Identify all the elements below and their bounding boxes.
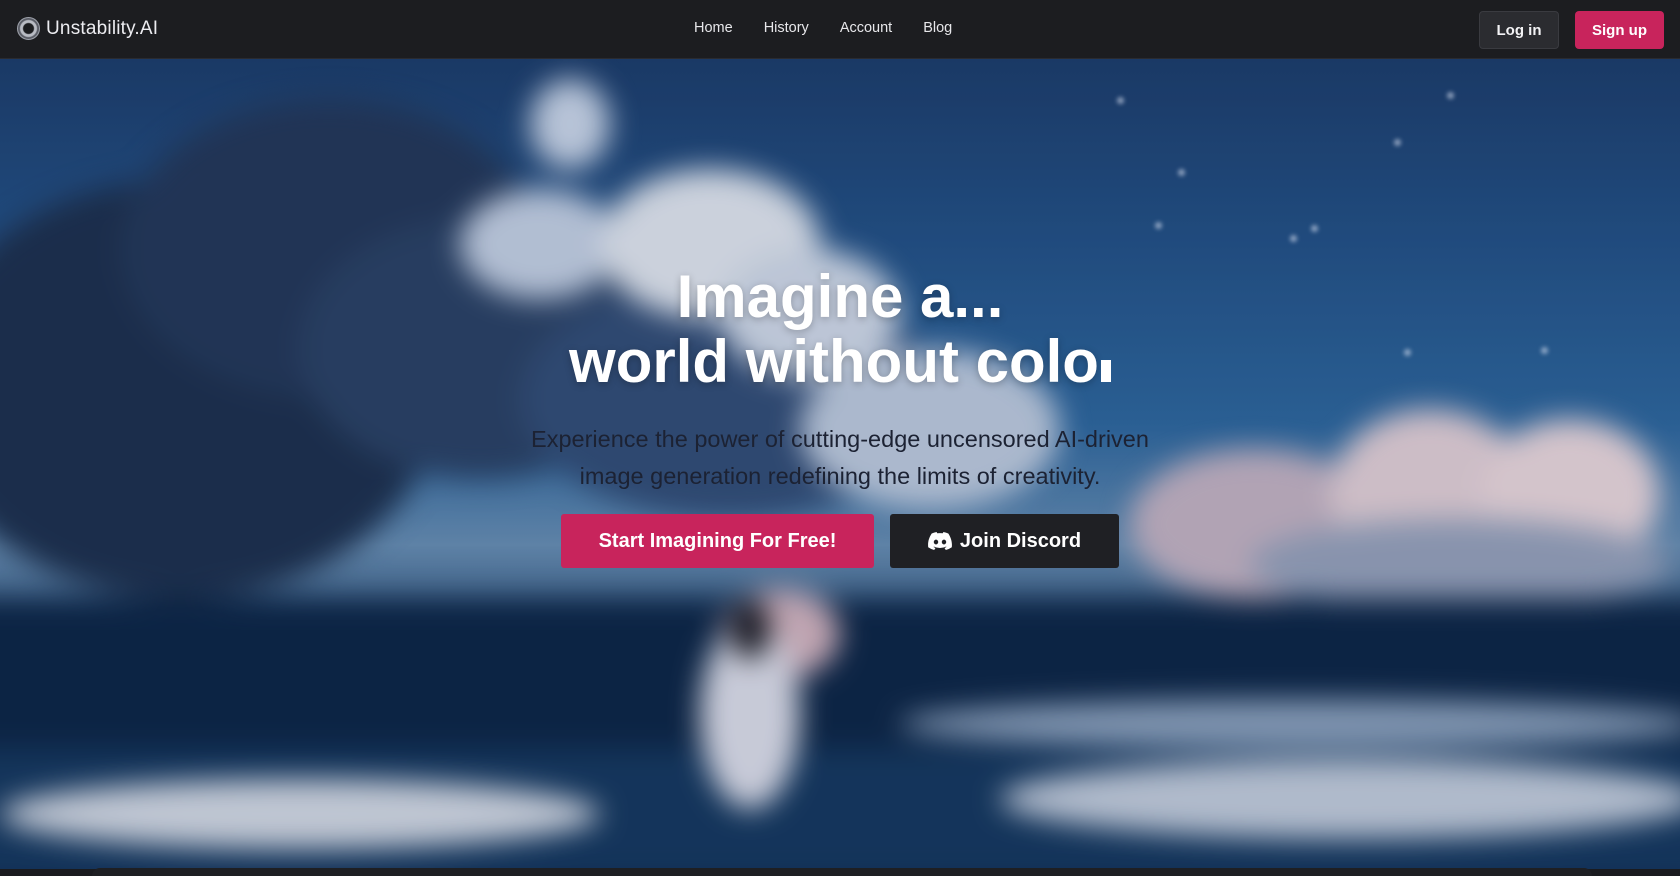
hero-subtitle: Experience the power of cutting-edge unc… [490,421,1190,495]
hero-headline-line2: world without colo [0,329,1680,395]
brand-name: Unstability.AI [46,17,159,39]
hero-headline-line1: Imagine a... [676,263,1004,330]
nav-link-account[interactable]: Account [840,20,892,36]
nav-link-blog[interactable]: Blog [923,20,952,36]
bottom-panel-edge [92,868,1592,876]
hero-content: Imagine a... world without colo Experien… [0,59,1680,869]
hero-subtitle-line1: Experience the power of cutting-edge unc… [531,426,1149,452]
hero-subtitle-line2: image generation redefining the limits o… [579,463,1101,489]
login-button[interactable]: Log in [1479,11,1559,49]
signup-button[interactable]: Sign up [1575,11,1664,49]
typing-text: world without colo [569,328,1099,395]
aperture-logo-icon [17,17,40,40]
discord-icon [927,532,952,550]
hero-section: Imagine a... world without colo Experien… [0,59,1680,869]
start-imagining-button[interactable]: Start Imagining For Free! [561,514,874,568]
nav-links: Home History Account Blog [694,20,952,36]
nav-link-history[interactable]: History [764,20,809,36]
join-discord-button[interactable]: Join Discord [890,514,1119,568]
typing-cursor [1100,360,1111,382]
brand[interactable]: Unstability.AI [17,17,158,40]
top-navbar: Unstability.AI Home History Account Blog… [0,0,1680,59]
join-discord-label: Join Discord [959,529,1082,552]
nav-link-home[interactable]: Home [694,20,733,36]
